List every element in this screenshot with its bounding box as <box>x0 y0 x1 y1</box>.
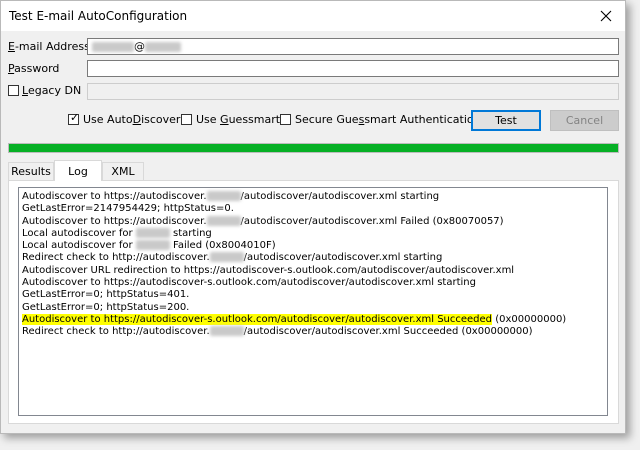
log-text: Redirect check to http://autodiscover. <box>22 252 210 264</box>
legacy-dn-label-rest: egacy DN <box>27 84 82 97</box>
redacted-text <box>206 215 241 226</box>
password-label: Password <box>8 62 59 75</box>
log-text: GetLastError=0; httpStatus=200. <box>22 301 190 313</box>
test-button[interactable]: Test <box>471 110 541 131</box>
log-text: Failed (0x8004010F) <box>169 240 276 252</box>
log-text: Local autodiscover for <box>22 240 136 252</box>
email-domain-redacted <box>145 42 181 52</box>
log-line: GetLastError=0; httpStatus=200. <box>22 302 607 314</box>
redacted-text <box>209 252 244 263</box>
password-field[interactable] <box>87 60 619 77</box>
log-text: GetLastError=2147954429; httpStatus=0. <box>22 203 234 215</box>
tab-log[interactable]: Log <box>54 160 102 181</box>
email-label-mnemonic: E <box>8 40 15 53</box>
log-text: /autodiscover/autodiscover.xml starting <box>240 191 440 202</box>
log-line: Local autodiscover for Failed (0x8004010… <box>22 240 607 252</box>
use-autodiscover-checkbox[interactable]: ✓ <box>68 111 80 125</box>
log-text: Autodiscover to https://autodiscover. <box>22 191 207 202</box>
secure-guessmart-checkbox[interactable] <box>280 114 291 125</box>
log-line: Redirect check to http://autodiscover. /a… <box>22 326 607 338</box>
legacy-dn-field[interactable] <box>87 83 619 100</box>
log-text: starting <box>169 227 212 239</box>
email-at: @ <box>134 40 145 53</box>
log-textbox[interactable]: Autodiscover to https://autodiscover. /au… <box>18 187 608 416</box>
log-line: Local autodiscover for starting <box>22 227 607 240</box>
close-button[interactable] <box>593 4 619 28</box>
log-text: /autodiscover/autodiscover.xml Succeeded… <box>243 326 533 338</box>
legacy-dn-label: Legacy DN <box>22 84 81 97</box>
redacted-text <box>135 227 170 238</box>
log-line: Autodiscover to https://autodiscover. /au… <box>22 215 607 228</box>
title-bar: Test E-mail AutoConfiguration <box>1 1 625 31</box>
cancel-button[interactable]: Cancel <box>550 110 619 131</box>
log-text: Redirect check to http://autodiscover. <box>22 326 210 338</box>
log-text: /autodiscover/autodiscover.xml starting <box>243 252 443 264</box>
log-text: Autodiscover URL redirection to https://… <box>22 264 515 276</box>
secure-guessmart-label: Secure Guessmart Authentication <box>295 113 481 126</box>
email-user-redacted <box>92 42 134 52</box>
log-text: Autodiscover to https://autodiscover-s.o… <box>22 277 476 289</box>
log-text: Local autodiscover for <box>22 227 136 239</box>
log-text: /autodiscover/autodiscover.xml Failed (0… <box>240 215 504 227</box>
log-line: GetLastError=0; httpStatus=401. <box>22 289 607 301</box>
log-text: Autodiscover to https://autodiscover. <box>22 215 207 227</box>
password-label-rest: assword <box>14 62 60 75</box>
tab-results[interactable]: Results <box>8 162 54 180</box>
progress-fill <box>9 144 618 152</box>
redacted-text <box>135 240 170 251</box>
log-tab-panel: Autodiscover to https://autodiscover. /au… <box>8 180 619 424</box>
legacy-dn-checkbox[interactable] <box>8 85 19 96</box>
log-text: (0x00000000) <box>492 313 567 325</box>
log-line: Autodiscover to https://autodiscover. /au… <box>22 191 607 203</box>
log-text: GetLastError=0; httpStatus=401. <box>22 289 190 301</box>
log-line: GetLastError=2147954429; httpStatus=0. <box>22 203 607 215</box>
log-line: Redirect check to http://autodiscover. /a… <box>22 252 607 264</box>
use-guessmart-checkbox[interactable] <box>181 114 192 125</box>
use-autodiscover-label: Use AutoDiscover <box>83 113 181 126</box>
email-field[interactable]: @ <box>87 38 619 55</box>
log-line: Autodiscover to https://autodiscover-s.o… <box>22 277 607 289</box>
window-title: Test E-mail AutoConfiguration <box>9 9 188 23</box>
progress-bar <box>8 143 619 153</box>
log-text: Autodiscover to https://autodiscover-s.o… <box>22 313 493 325</box>
close-icon <box>600 10 612 22</box>
log-line: Autodiscover to https://autodiscover-s.o… <box>22 313 607 326</box>
use-guessmart-label: Use Guessmart <box>196 113 281 126</box>
email-label-rest: -mail Address <box>14 40 90 53</box>
dialog-window: Test E-mail AutoConfiguration E-mail Add… <box>0 0 626 434</box>
tab-xml[interactable]: XML <box>102 162 144 180</box>
redacted-text <box>209 326 244 337</box>
checkmark-icon: ✓ <box>70 111 80 124</box>
redacted-text <box>206 191 241 201</box>
email-label: E-mail Address <box>8 40 90 53</box>
log-line: Autodiscover URL redirection to https://… <box>22 265 607 277</box>
